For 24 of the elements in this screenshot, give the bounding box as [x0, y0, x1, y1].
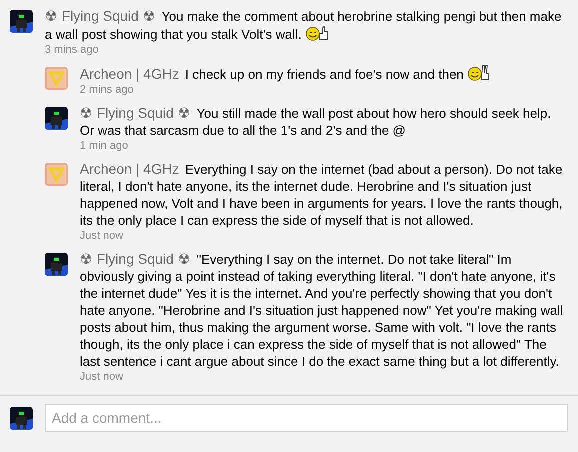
timestamp: 3 mins ago	[45, 43, 100, 58]
avatar-icon	[45, 253, 68, 276]
author-name[interactable]: ☢ Flying Squid ☢	[80, 251, 191, 267]
author-name[interactable]: Archeon | 4GHz	[80, 66, 180, 82]
smiley-thumbs-up-icon	[304, 25, 329, 42]
timestamp: Just now	[80, 370, 124, 385]
comment-text: Archeon | 4GHz I check up on my friends and foe's now and then	[80, 65, 491, 83]
timestamp: Just now	[80, 229, 124, 244]
comment-text: ☢ Flying Squid ☢ You make the comment about herobrine stalking pengi but then make a wall post showing that you stalk Volt's wall.	[45, 8, 563, 43]
avatar-icon	[45, 163, 68, 186]
comment-text: ☢ Flying Squid ☢ You still made the wall post about how hero should seek help. Or was that sarcasm due to all the 1's and 2's and the @	[80, 105, 552, 139]
author-name[interactable]: ☢ Flying Squid ☢	[80, 105, 191, 121]
comment-input-field[interactable]: Add a comment...	[45, 404, 568, 432]
timestamp: 1 min ago	[80, 139, 130, 154]
author-name[interactable]: ☢ Flying Squid ☢	[45, 8, 156, 24]
timestamp: 2 mins ago	[80, 83, 135, 98]
avatar-icon	[45, 107, 68, 130]
smiley-peace-sign-icon	[466, 65, 491, 82]
comment-text: ☢ Flying Squid ☢ "Everything I say on the internet. Do not take literal" Im obviously giving a point instead of taking everything literal. "I don't hate anyone, it's the internet dude" Yes it is the internet. And you're perfectly showing that you don't hate anyone. "Herobrine and I's situation just happened now" Yet you're making wall posts about him, thus making the argument worse. Same with volt. "I love the rants though, its the only place i can express the side of myself that is not allowed" The last sentence i cant argue about since I do the exact same thing but a lot differently.	[80, 251, 564, 370]
avatar-icon	[45, 67, 68, 90]
avatar-icon	[10, 10, 33, 33]
author-name[interactable]: Archeon | 4GHz	[80, 161, 180, 177]
comment-text: Archeon | 4GHz Everything I say on the internet (bad about a person). Do not take literal, I don't hate anyone, its the internet dude. Herobrine and I's situation just happened now, Volt and I have been in arguments for years. I love the rants though, its the only place I can express the side of myself that is not allowed.	[80, 161, 564, 229]
avatar-icon	[10, 407, 33, 430]
